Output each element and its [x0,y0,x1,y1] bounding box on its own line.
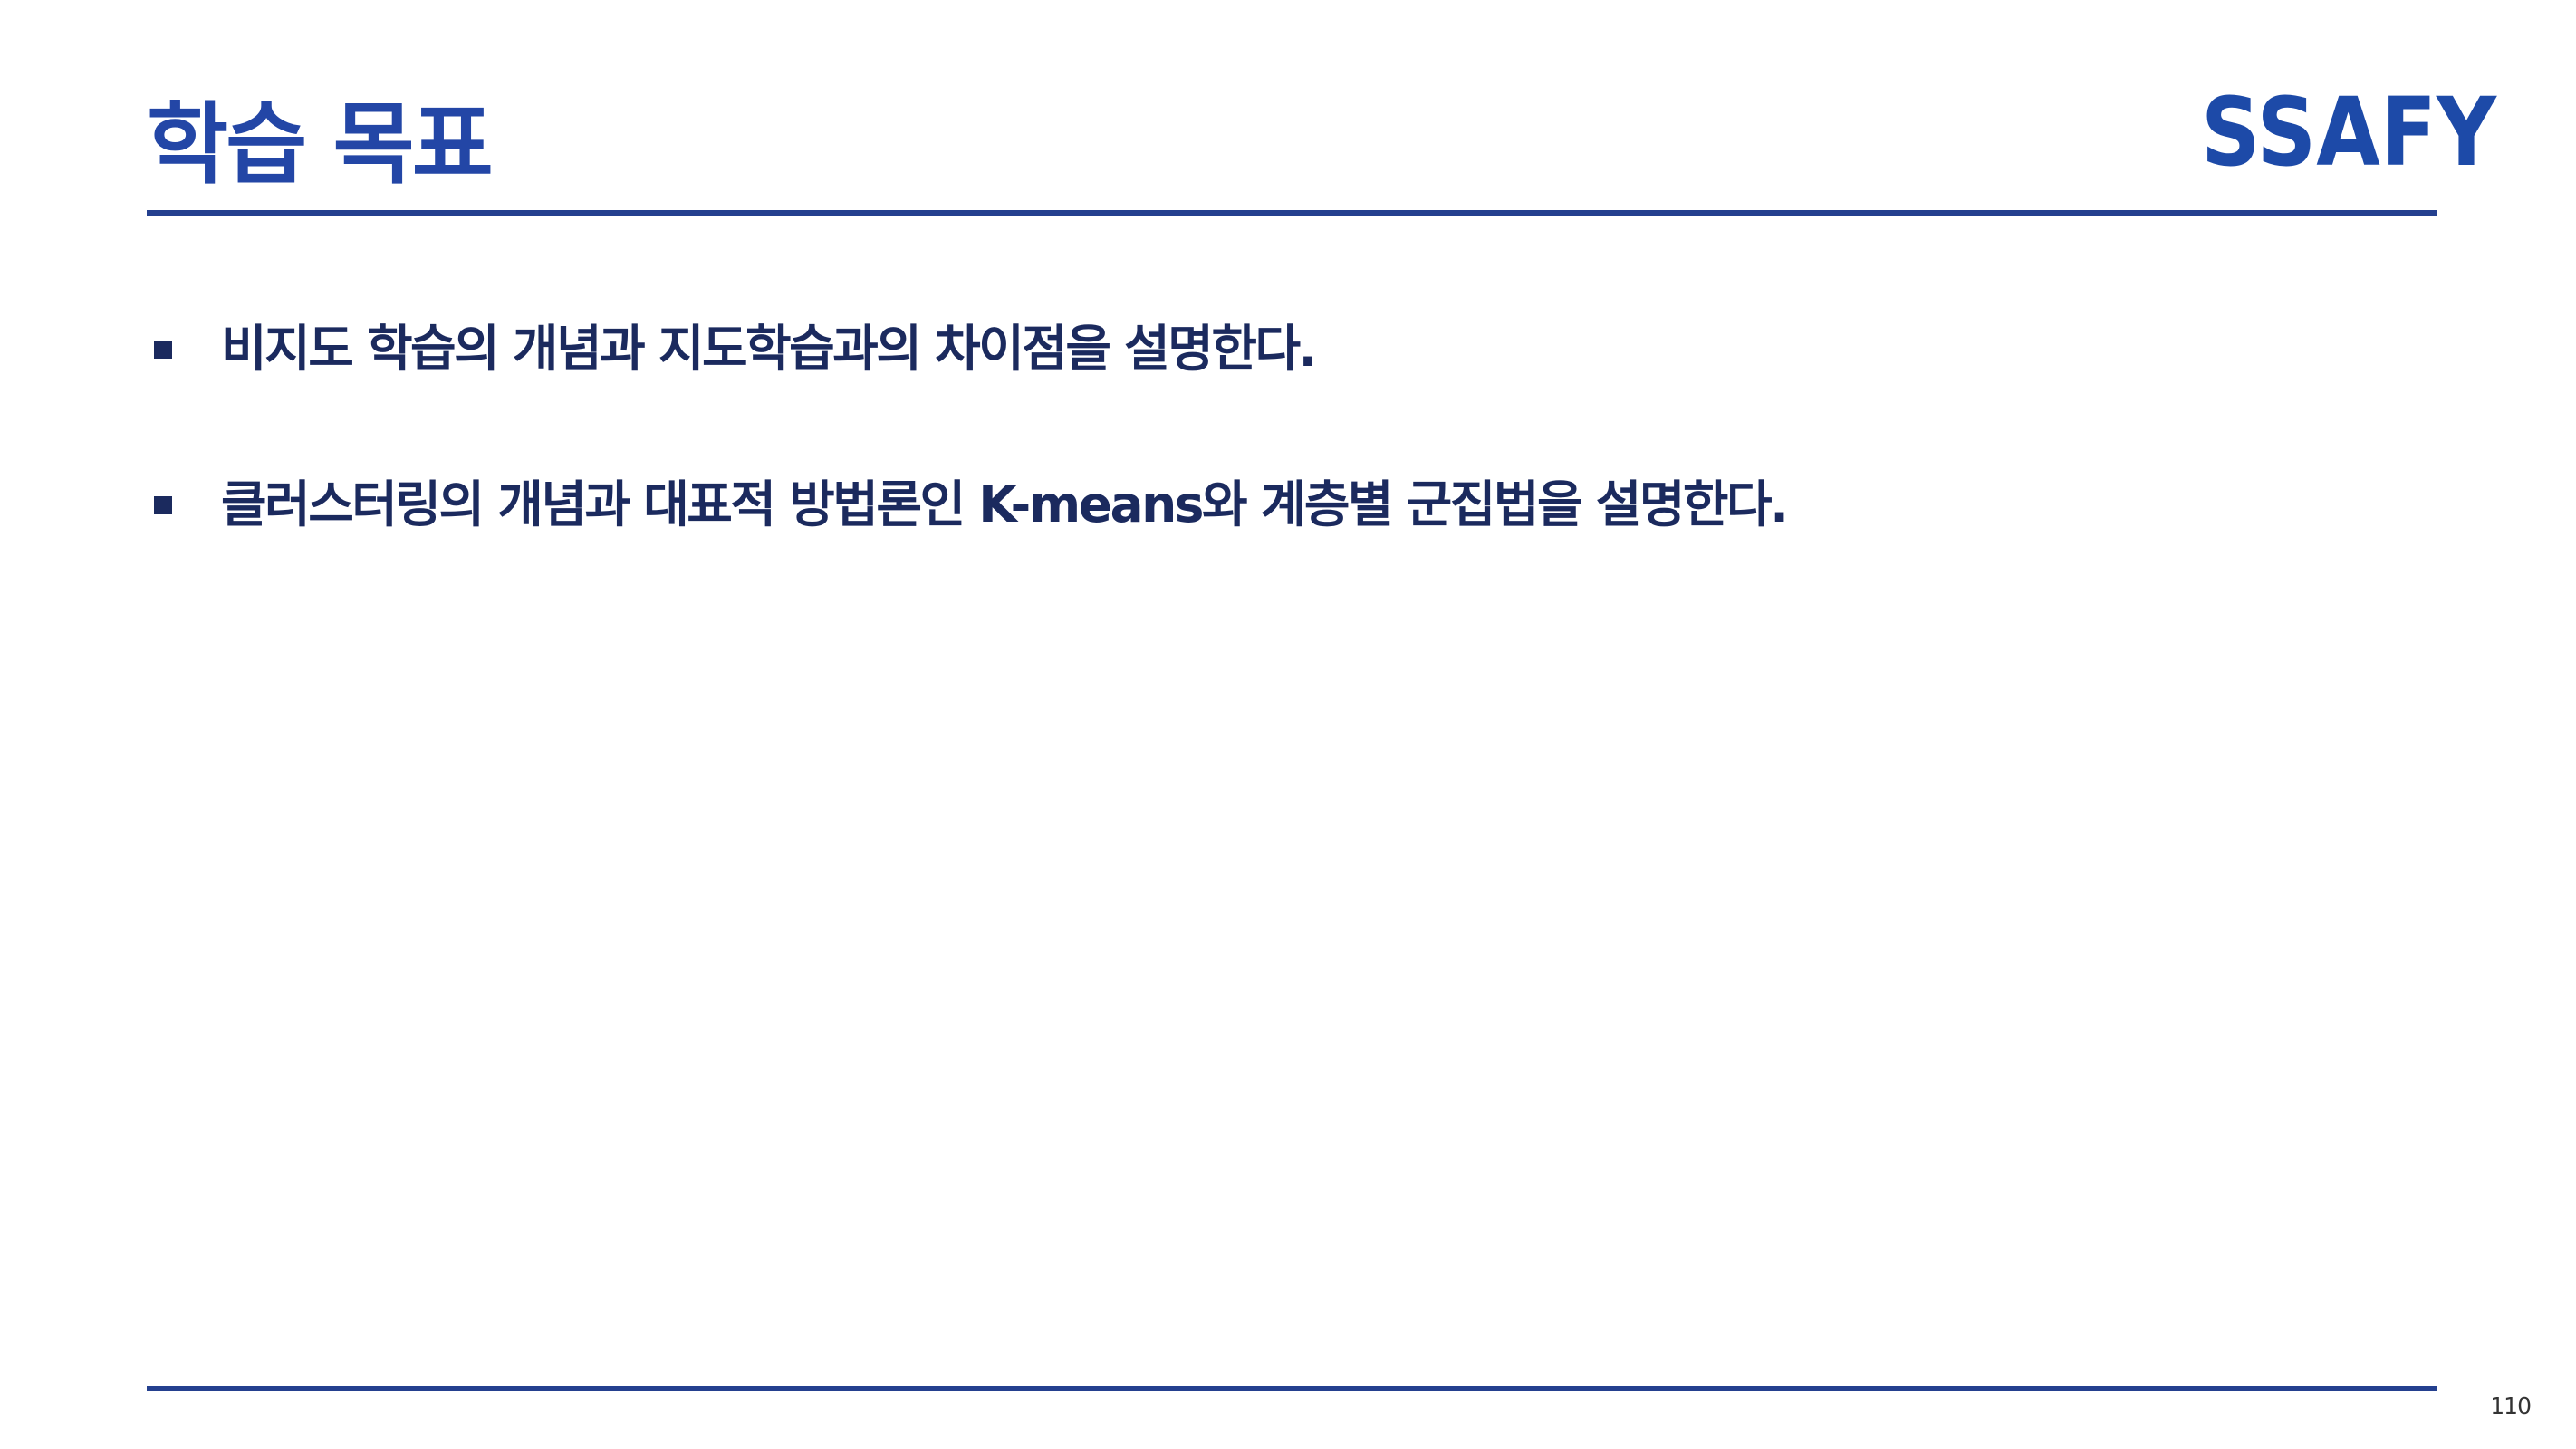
ssafy-logo-graphic: SSAFY [2201,82,2497,178]
objective-item: 비지도 학습의 개념과 지도학습과의 차이점을 설명한다. [147,308,1787,389]
footer-divider [147,1386,2437,1391]
ssafy-logo: SSAFY [2199,82,2498,178]
objective-text: 클러스터링의 개념과 대표적 방법론인 K-means와 계층별 군집법을 설명… [221,475,1789,533]
learning-objectives-list: 비지도 학습의 개념과 지도학습과의 차이점을 설명한다. 클러스터링의 개념과… [147,308,1789,619]
slide-title: 학습 목표 [147,93,494,197]
page-number: 110 [2490,1393,2532,1419]
objective-text: 비지도 학습의 개념과 지도학습과의 차이점을 설명한다. [221,320,1317,378]
objective-item: 클러스터링의 개념과 대표적 방법론인 K-means와 계층별 군집법을 설명… [147,464,1789,545]
svg-text:SSAFY: SSAFY [2201,82,2497,178]
header-divider [147,210,2437,216]
square-bullet-icon [154,341,172,359]
square-bullet-icon [154,496,172,514]
